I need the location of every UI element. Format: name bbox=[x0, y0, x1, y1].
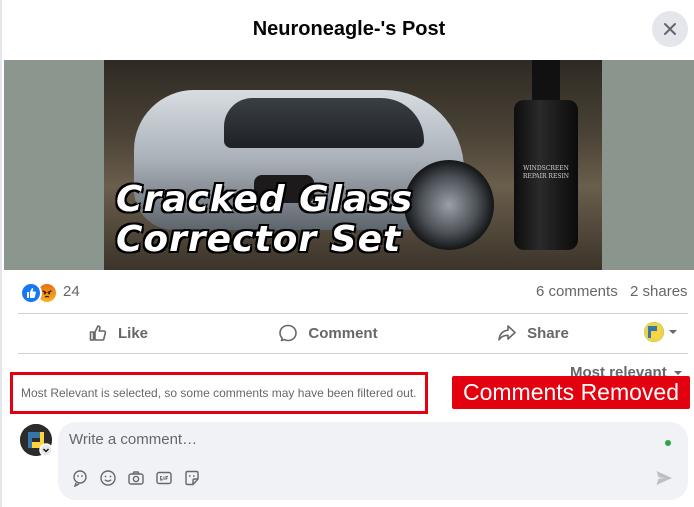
modal-header: Neuroneagle-'s Post bbox=[2, 0, 694, 60]
share-icon bbox=[498, 325, 516, 341]
reactions-row: 24 6 comments 2 shares bbox=[20, 280, 690, 304]
emoji-glyph bbox=[100, 470, 116, 486]
avatar-sticker-icon[interactable] bbox=[70, 468, 90, 488]
comment-icon bbox=[279, 324, 298, 342]
annotation-text: Comments Removed bbox=[462, 379, 680, 405]
thumbs-up-icon bbox=[89, 325, 107, 341]
like-label: Like bbox=[117, 324, 148, 342]
headline-line-1: Cracked Glass bbox=[116, 179, 414, 220]
commenter-avatar[interactable] bbox=[20, 424, 53, 457]
post-title: Neuroneagle-'s Post bbox=[252, 18, 446, 40]
close-button[interactable] bbox=[652, 11, 688, 47]
comment-label: Comment bbox=[308, 324, 378, 342]
post-image[interactable]: WINDSCREEN REPAIR RESIN Cracked Glass Co… bbox=[104, 60, 602, 270]
camera-icon[interactable] bbox=[126, 468, 146, 488]
sticker-icon[interactable] bbox=[182, 468, 202, 488]
composer-tools bbox=[70, 468, 202, 488]
camera-glyph bbox=[128, 471, 144, 485]
sticker-glyph bbox=[185, 470, 199, 486]
gif-glyph bbox=[156, 471, 172, 485]
image-backdrop-right bbox=[602, 60, 694, 270]
send-icon bbox=[656, 471, 672, 485]
post-modal: Neuroneagle-'s Post WINDSCREEN REPAIR RE… bbox=[0, 0, 694, 507]
avatar bbox=[644, 322, 664, 342]
share-label: Share bbox=[527, 324, 569, 342]
car-windshield bbox=[224, 98, 424, 148]
filter-notice: Most Relevant is selected, so some comme… bbox=[10, 372, 428, 414]
image-backdrop-left bbox=[4, 60, 104, 270]
gif-icon[interactable] bbox=[154, 468, 174, 488]
like-icon[interactable] bbox=[20, 282, 42, 304]
close-icon bbox=[664, 23, 676, 35]
python-logo-icon bbox=[20, 424, 53, 457]
bottle-label: WINDSCREEN REPAIR RESIN bbox=[522, 165, 570, 180]
caret-down-icon bbox=[669, 330, 677, 334]
avatar-sticker-glyph bbox=[73, 470, 87, 487]
headline-line-2: Corrector Set bbox=[116, 219, 402, 260]
comment-button[interactable]: Comment bbox=[228, 314, 428, 352]
like-button[interactable]: Like bbox=[18, 314, 218, 352]
divider-bottom bbox=[18, 353, 688, 354]
action-bar: Like Comment Share bbox=[18, 314, 688, 352]
comment-composer[interactable]: Write a comment… bbox=[58, 422, 688, 500]
shares-count[interactable]: 2 shares bbox=[630, 283, 688, 300]
share-button[interactable]: Share bbox=[438, 314, 628, 352]
car-wheel bbox=[404, 160, 494, 250]
profile-selector[interactable] bbox=[644, 322, 678, 342]
emoji-icon[interactable] bbox=[98, 468, 118, 488]
image-headline: Cracked Glass Corrector Set bbox=[116, 180, 413, 260]
send-button[interactable] bbox=[654, 468, 674, 488]
comments-count[interactable]: 6 comments bbox=[536, 283, 618, 300]
python-logo-icon bbox=[644, 322, 664, 342]
reaction-count[interactable]: 24 bbox=[63, 283, 80, 300]
bottle-cap bbox=[532, 60, 560, 104]
thumb-glyph bbox=[27, 288, 36, 298]
comment-input[interactable]: Write a comment… bbox=[69, 431, 197, 448]
online-status-dot bbox=[665, 440, 671, 446]
comments-removed-annotation: Comments Removed bbox=[452, 376, 690, 409]
post-image-area[interactable]: WINDSCREEN REPAIR RESIN Cracked Glass Co… bbox=[4, 60, 694, 270]
filter-notice-text: Most Relevant is selected, so some comme… bbox=[21, 386, 417, 400]
